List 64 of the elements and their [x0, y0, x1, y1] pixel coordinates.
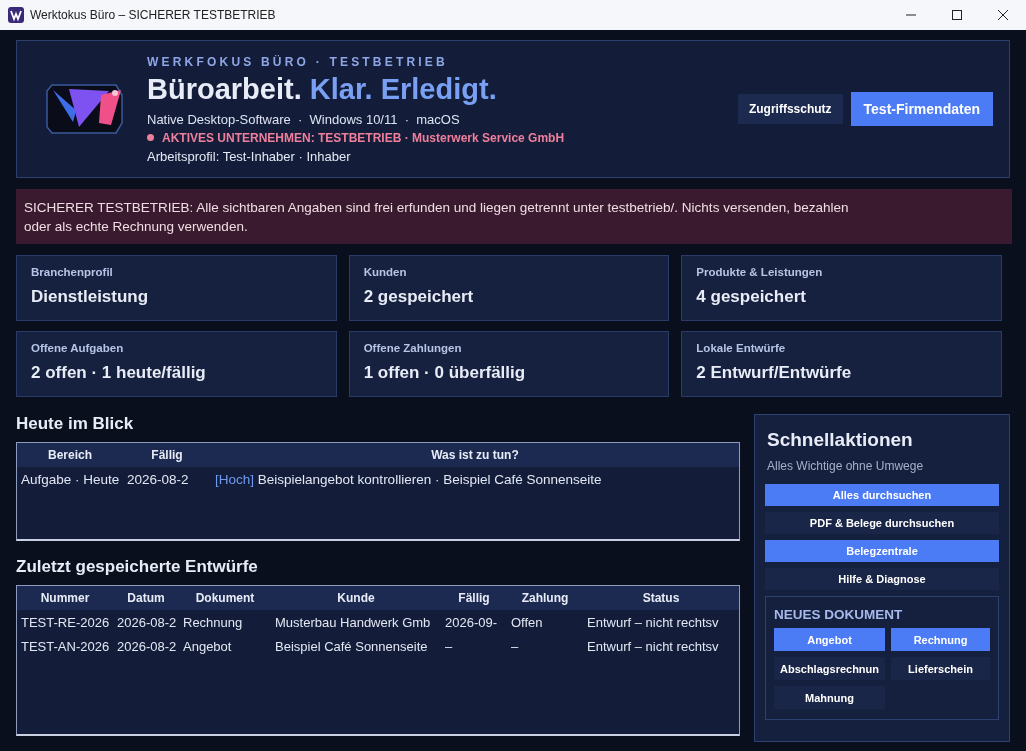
stat-value: 1 offen · 0 überfällig: [363, 363, 527, 383]
column-header: Nummer: [17, 586, 113, 610]
column-header: Fällig: [123, 443, 211, 467]
section-title: Zuletzt gespeicherte Entwürfe: [16, 557, 259, 577]
table-cell: Entwurf – nicht rechtsv: [583, 610, 739, 634]
table-cell: [Hoch] Beispielangebot kontrollieren · Beispiel Café Sonnenseite: [211, 467, 739, 491]
panel-subtitle: Alles Wichtige ohne Umwege: [767, 459, 925, 473]
column-header: Status: [583, 586, 739, 610]
action-button[interactable]: Alles durchsuchen: [765, 484, 999, 506]
active-company-label: AKTIVES UNTERNEHMEN: TESTBETRIEB · Musterwerk Service GmbH: [162, 130, 565, 145]
action-button[interactable]: Angebot: [774, 628, 886, 651]
table-cell: Offen: [507, 610, 583, 634]
column-header: Zahlung: [507, 586, 583, 610]
column-header: Fällig: [441, 586, 507, 610]
column-header: Was ist zu tun?: [211, 443, 739, 467]
table-cell: TEST-RE-2026: [17, 610, 113, 634]
table-cell: 2026-08-2: [123, 467, 211, 491]
action-button[interactable]: Lieferschein: [891, 657, 990, 680]
table-cell: 2026-09-: [441, 610, 507, 634]
headline: Büroarbeit. Klar. Erledigt.: [147, 72, 498, 106]
stat-label: Kunden: [363, 266, 408, 278]
table-cell-text: TEST-AN-2026: [20, 637, 111, 656]
column-header: Datum: [113, 586, 179, 610]
window-title: Werktokus Büro – SICHERER TESTBETRIEB: [30, 8, 277, 22]
company-data-button[interactable]: Test-Firmendaten: [850, 92, 993, 126]
action-button[interactable]: PDF & Belege durchsuchen: [765, 512, 999, 534]
group-title: NEUES DOKUMENT: [774, 607, 904, 622]
table-cell-text: –: [444, 637, 454, 656]
panel-title: Schnellaktionen: [767, 429, 914, 451]
platform-line: Native Desktop-Software · Windows 10/11 · macOS: [147, 111, 461, 127]
stat-value: 2 offen · 1 heute/fällig: [31, 363, 207, 383]
action-button[interactable]: Mahnung: [774, 686, 886, 709]
column-header: Dokument: [179, 586, 271, 610]
section-title: Heute im Blick: [16, 414, 135, 434]
brand-eyebrow: WERKFOKUS BÜRO · TESTBETRIEB: [147, 54, 449, 69]
action-button[interactable]: Belegzentrale: [765, 540, 999, 562]
table-cell: Musterbau Handwerk Gmb: [271, 610, 441, 634]
action-button[interactable]: Rechnung: [891, 628, 990, 651]
stat-label: Produkte & Leistungen: [696, 266, 824, 278]
stat-value: 2 gespeichert: [363, 287, 475, 307]
column-header: Kunde: [271, 586, 441, 610]
table-cell: 2026-08-2: [113, 610, 179, 634]
profile-line: Arbeitsprofil: Test-Inhaber · Inhaber: [147, 148, 352, 164]
table-cell: Rechnung: [179, 610, 271, 634]
table-cell-text: 2026-08-2: [116, 637, 178, 656]
stat-label: Offene Aufgaben: [31, 342, 125, 354]
action-button[interactable]: Abschlagsrechnun: [774, 657, 886, 680]
table-cell-text: Angebot: [182, 637, 233, 656]
table-cell-text: Entwurf – nicht rechtsv: [586, 637, 720, 656]
stat-label: Branchenprofil: [31, 266, 114, 278]
status-dot-icon: [147, 134, 154, 141]
app-icon: [8, 7, 24, 23]
action-button[interactable]: Hilfe & Diagnose: [765, 568, 999, 590]
test-mode-notice: SICHERER TESTBETRIEB: Alle sichtbaren Angaben sind frei erfunden und liegen getrennt unter testbetrieb/. Nichts versenden, bezahlen oder als echte Rechnung verwenden.: [24, 199, 850, 236]
stat-label: Offene Zahlungen: [363, 342, 463, 354]
table-cell-text: Beispiel Café Sonnenseite: [274, 637, 429, 656]
access-button[interactable]: Zugriffsschutz: [737, 94, 843, 124]
stat-value: Dienstleistung: [31, 287, 150, 307]
column-header: Bereich: [17, 443, 123, 467]
table-cell-text: –: [510, 637, 520, 656]
stat-label: Lokale Entwürfe: [696, 342, 787, 354]
stat-value: 4 gespeichert: [696, 287, 807, 307]
stat-value: 2 Entwurf/Entwürfe: [696, 363, 853, 383]
table-cell: Aufgabe · Heute: [17, 467, 123, 491]
